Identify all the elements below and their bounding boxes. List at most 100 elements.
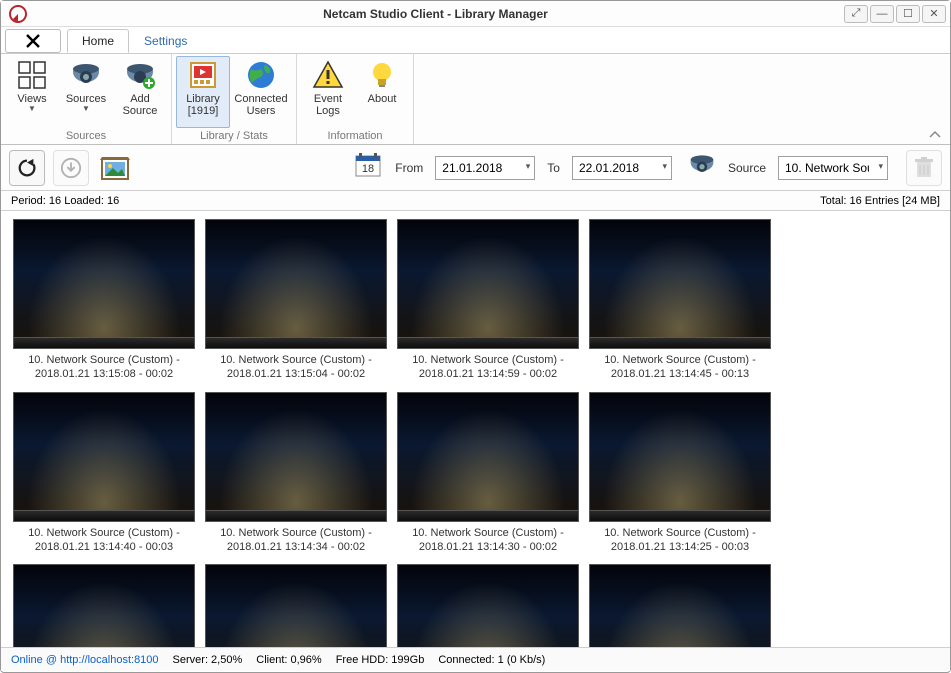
ribbon-group-library-label: Library / Stats [172,130,296,144]
thumbnail-caption-line2: 2018.01.21 13:14:45 - 00:13 [589,367,771,381]
ribbon: Views ▼ Sources ▼ Add Source Sources [1,53,950,145]
thumbnail-caption-line1: 10. Network Source (Custom) - [13,526,195,540]
thumbnail-caption-line1: 10. Network Source (Custom) - [589,526,771,540]
add-source-button[interactable]: Add Source [113,56,167,128]
dropdown-icon: ▼ [82,105,90,114]
about-button[interactable]: About [355,56,409,128]
thumbnail-item[interactable]: 10. Network Source (Custom) -2018.01.21 … [589,392,771,555]
ribbon-group-sources-label: Sources [1,130,171,144]
connected-users-label: Connected Users [233,93,289,117]
library-status-bar: Period: 16 Loaded: 16 Total: 16 Entries … [1,191,950,211]
total-entries-label: Total: 16 Entries [24 MB] [820,195,940,207]
event-logs-label: Event Logs [304,93,352,117]
thumbnail-item[interactable]: 10. Network Source (Custom) -2018.01.21 … [205,219,387,382]
thumbnail-image[interactable] [589,392,771,522]
grid-icon [16,59,48,91]
to-label: To [547,161,560,175]
refresh-button[interactable] [9,150,45,186]
window-controls: ⤢ — ☐ ✕ [844,5,946,23]
ribbon-group-library: Library [1919] Connected Users Library /… [172,54,297,144]
connected-users-button[interactable]: Connected Users [230,56,292,128]
library-toolbar: 18 From To Source [1,145,950,191]
source-label: Source [728,161,766,175]
titlebar: Netcam Studio Client - Library Manager ⤢… [1,1,950,27]
from-date-input[interactable] [435,156,535,180]
thumbnail-image[interactable] [205,219,387,349]
thumbnail-item[interactable]: 10. Network Source (Custom) -2018.01.21 … [397,564,579,647]
thumbnail-image[interactable] [397,219,579,349]
thumbnail-image[interactable] [13,564,195,647]
thumbnail-caption: 10. Network Source (Custom) -2018.01.21 … [589,526,771,555]
thumbnail-caption-line1: 10. Network Source (Custom) - [589,353,771,367]
about-label: About [368,93,397,105]
library-button[interactable]: Library [1919] [176,56,230,128]
thumbnail-caption: 10. Network Source (Custom) -2018.01.21 … [397,526,579,555]
thumbnail-item[interactable]: 10. Network Source (Custom) -2018.01.21 … [397,219,579,382]
thumbnail-item[interactable]: 10. Network Source (Custom) -2018.01.21 … [205,392,387,555]
picture-button[interactable] [97,150,133,186]
thumbnail-caption-line2: 2018.01.21 13:14:30 - 00:02 [397,540,579,554]
thumbnail-image[interactable] [205,392,387,522]
globe-icon [245,59,277,91]
views-button[interactable]: Views ▼ [5,56,59,128]
delete-button[interactable] [906,150,942,186]
tab-home[interactable]: Home [67,29,129,53]
thumbnail-item[interactable]: 10. Network Source (Custom) -2018.01.21 … [13,564,195,647]
thumbnail-caption: 10. Network Source (Custom) -2018.01.21 … [205,353,387,382]
thumbnail-image[interactable] [205,564,387,647]
lightbulb-icon [366,59,398,91]
thumbnail-caption-line2: 2018.01.21 13:14:40 - 00:03 [13,540,195,554]
window-title: Netcam Studio Client - Library Manager [27,7,844,21]
event-logs-button[interactable]: Event Logs [301,56,355,128]
sources-button[interactable]: Sources ▼ [59,56,113,128]
window-maximize-button[interactable]: ☐ [896,5,920,23]
thumbnail-item[interactable]: 10. Network Source (Custom) -2018.01.21 … [13,392,195,555]
thumbnail-item[interactable]: 10. Network Source (Custom) -2018.01.21 … [205,564,387,647]
thumbnail-caption-line1: 10. Network Source (Custom) - [205,526,387,540]
window-restore-button[interactable]: ⤢ [844,5,868,23]
tab-bar: Home Settings [1,27,950,53]
svg-text:18: 18 [362,163,374,175]
client-usage: Client: 0,96% [256,654,321,666]
calendar-icon[interactable]: 18 [353,150,383,185]
thumbnail-image[interactable] [13,392,195,522]
source-camera-icon [688,154,716,181]
free-hdd: Free HDD: 199Gb [336,654,425,666]
source-select[interactable] [778,156,888,180]
thumbnail-caption: 10. Network Source (Custom) -2018.01.21 … [589,353,771,382]
connected-count: Connected: 1 (0 Kb/s) [438,654,545,666]
download-button[interactable] [53,150,89,186]
to-date-input[interactable] [572,156,672,180]
thumbnail-item[interactable]: 10. Network Source (Custom) -2018.01.21 … [589,564,771,647]
app-logo-icon [9,5,27,23]
thumbnail-caption-line2: 2018.01.21 13:14:59 - 00:02 [397,367,579,381]
tab-settings[interactable]: Settings [129,29,202,53]
window-minimize-button[interactable]: — [870,5,894,23]
online-status[interactable]: Online @ http://localhost:8100 [11,654,159,666]
thumbnail-gallery[interactable]: 10. Network Source (Custom) -2018.01.21 … [1,211,950,647]
thumbnail-caption-line1: 10. Network Source (Custom) - [205,353,387,367]
add-source-label: Add Source [116,93,164,117]
thumbnail-item[interactable]: 10. Network Source (Custom) -2018.01.21 … [13,219,195,382]
footer-status-bar: Online @ http://localhost:8100 Server: 2… [1,647,950,671]
window-close-button[interactable]: ✕ [922,5,946,23]
ribbon-group-information-label: Information [297,130,413,144]
camera-icon [70,59,102,91]
app-close-button[interactable] [5,29,61,53]
thumbnail-image[interactable] [589,564,771,647]
thumbnail-caption: 10. Network Source (Custom) -2018.01.21 … [205,526,387,555]
thumbnail-caption-line1: 10. Network Source (Custom) - [13,353,195,367]
from-label: From [395,161,423,175]
thumbnail-image[interactable] [589,219,771,349]
thumbnail-image[interactable] [397,392,579,522]
ribbon-collapse-button[interactable] [926,128,944,142]
thumbnail-item[interactable]: 10. Network Source (Custom) -2018.01.21 … [397,392,579,555]
thumbnail-caption-line2: 2018.01.21 13:15:08 - 00:02 [13,367,195,381]
thumbnail-caption: 10. Network Source (Custom) -2018.01.21 … [13,353,195,382]
ribbon-group-information: Event Logs About Information [297,54,414,144]
dropdown-icon: ▼ [28,105,36,114]
thumbnail-image[interactable] [13,219,195,349]
thumbnail-item[interactable]: 10. Network Source (Custom) -2018.01.21 … [589,219,771,382]
thumbnail-caption-line1: 10. Network Source (Custom) - [397,526,579,540]
thumbnail-image[interactable] [397,564,579,647]
